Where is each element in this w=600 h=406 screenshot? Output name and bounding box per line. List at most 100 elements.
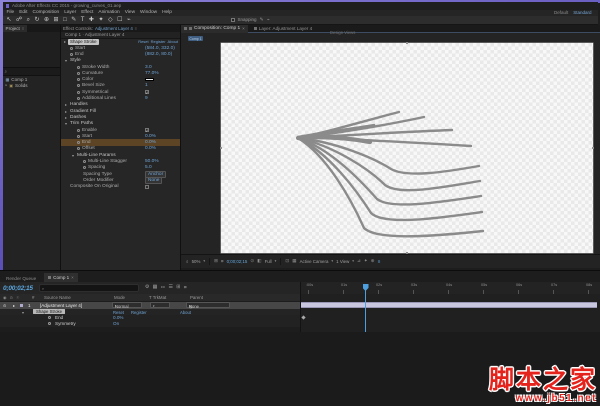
timeline-property-row[interactable]: Symmetry On: [0, 321, 300, 327]
handle-left[interactable]: [220, 147, 222, 149]
tab-effect-controls[interactable]: Effect Controls: Adjustment Layer 4 ≡: [61, 25, 180, 32]
time-ruler[interactable]: :00s01s02s03s04s05s06s07s08s: [300, 282, 600, 294]
handle-top[interactable]: [406, 42, 408, 44]
workspace-default[interactable]: Default: [554, 10, 568, 15]
show-channel-icon[interactable]: ◧: [257, 258, 261, 264]
stopwatch-icon[interactable]: [70, 47, 73, 50]
property-value[interactable]: ✓: [146, 128, 149, 133]
tool-icon[interactable]: ✦: [98, 16, 103, 24]
tool-icon[interactable]: □: [63, 16, 67, 24]
chevron-down-icon[interactable]: ▾: [352, 259, 354, 263]
timeline-divider[interactable]: [300, 282, 301, 332]
resolution-select[interactable]: Full: [265, 259, 272, 264]
stopwatch-icon[interactable]: [77, 91, 80, 94]
property-value[interactable]: (882.0, 80.0): [145, 52, 172, 57]
property-value[interactable]: (584.0, 332.0): [145, 46, 175, 51]
roi-icon[interactable]: ⊡: [285, 258, 289, 264]
tab-project[interactable]: Project ≡: [3, 25, 28, 32]
tool-icon[interactable]: ⌁: [127, 16, 131, 24]
close-icon[interactable]: ×: [242, 26, 245, 31]
grid-guides-icon[interactable]: ⊞: [214, 258, 218, 264]
mask-icon[interactable]: ⌗: [221, 259, 224, 264]
magnify-icon[interactable]: ⌕: [186, 259, 189, 264]
tool-icon[interactable]: ☐: [117, 16, 122, 24]
property-value[interactable]: 0.0%: [145, 134, 156, 139]
stopwatch-icon[interactable]: [77, 129, 80, 132]
comp-navigator-chip[interactable]: Comp 1: [188, 36, 203, 41]
timeline-track-area[interactable]: [300, 294, 600, 332]
menu-item[interactable]: View: [125, 10, 135, 15]
trkmat-select[interactable]: ▾: [150, 302, 170, 308]
property-value[interactable]: ✓: [146, 90, 149, 95]
exposure-icon[interactable]: ⊕: [371, 258, 375, 264]
composition-canvas[interactable]: [221, 43, 593, 253]
value-box[interactable]: [145, 78, 154, 82]
snapping-checkbox[interactable]: [231, 18, 235, 22]
column-hash[interactable]: #: [32, 295, 34, 300]
property-value[interactable]: On: [113, 321, 119, 326]
timeline-toggle-icon[interactable]: ▦: [153, 285, 158, 291]
chevron-down-icon[interactable]: ▾: [203, 259, 205, 263]
view-layout-select[interactable]: 1 View: [336, 259, 349, 264]
tool-icon[interactable]: ⊞: [54, 16, 59, 24]
column-mode[interactable]: Mode: [114, 295, 125, 300]
menu-item[interactable]: Effect: [81, 10, 93, 15]
effect-name-chip[interactable]: Shape Stroke: [68, 39, 99, 45]
menu-item[interactable]: Edit: [19, 10, 27, 15]
project-search[interactable]: ⌕: [3, 68, 61, 76]
layer-row[interactable]: ⊙ ▸ 1 [Adjustment Layer 4] Normal ▾ ▾ ◎ …: [0, 302, 300, 309]
eye-icon[interactable]: ⊙: [3, 303, 6, 308]
tool-icon[interactable]: ✎: [71, 16, 76, 24]
property-value[interactable]: 0.0%: [145, 140, 156, 145]
twirl-icon[interactable]: ▸: [64, 39, 66, 44]
tool-icon[interactable]: ⌕: [27, 16, 30, 24]
transparency-grid-icon[interactable]: ▦: [292, 258, 296, 264]
column-parent[interactable]: Parent: [190, 295, 203, 300]
timeline-toggle-icon[interactable]: ⊞: [176, 285, 180, 291]
stopwatch-icon[interactable]: [77, 78, 80, 81]
menu-item[interactable]: Help: [162, 10, 172, 15]
snapshot-icon[interactable]: ⊙: [250, 258, 254, 264]
timeline-toggle-icon[interactable]: ☰: [168, 285, 172, 291]
parent-select[interactable]: ◎ None ▾: [186, 302, 230, 308]
layer-duration-bar[interactable]: [301, 302, 597, 309]
timeline-toggle-icon[interactable]: ⚏: [161, 285, 165, 291]
property-value[interactable]: 50.0%: [145, 159, 159, 164]
tool-icon[interactable]: ◇: [108, 16, 113, 24]
timeline-toggle-icon[interactable]: ⌗: [184, 285, 187, 291]
camera-select[interactable]: Active Camera: [300, 259, 329, 264]
stopwatch-icon[interactable]: [48, 316, 51, 319]
stopwatch-icon[interactable]: [70, 53, 73, 56]
property-value[interactable]: 9: [145, 96, 148, 101]
stopwatch-icon[interactable]: [83, 160, 86, 163]
current-time-field[interactable]: 0;00;02;15: [3, 285, 33, 292]
layer-color-chip[interactable]: [20, 304, 23, 308]
stopwatch-icon[interactable]: [77, 97, 80, 100]
tool-icon[interactable]: ⊕: [44, 16, 49, 24]
chevron-down-icon[interactable]: ▾: [275, 259, 277, 263]
register-link[interactable]: Register: [151, 39, 166, 44]
wave-icon[interactable]: ⌁: [267, 17, 270, 23]
pixel-aspect-icon[interactable]: ⊿: [357, 258, 361, 264]
tool-icon[interactable]: ↻: [34, 16, 39, 24]
panel-menu-icon[interactable]: ≡: [22, 26, 24, 31]
tab-layer[interactable]: Layer: Adjustment Layer 4: [250, 26, 316, 31]
timeline-search-input[interactable]: ⌕: [39, 284, 139, 292]
menu-item[interactable]: Animation: [98, 10, 119, 15]
stopwatch-icon[interactable]: [77, 66, 80, 69]
column-trkmat[interactable]: T TrkMat: [149, 295, 166, 300]
stopwatch-icon[interactable]: [48, 322, 51, 325]
column-source-name[interactable]: Source Name: [44, 295, 71, 300]
tab-timeline-comp[interactable]: Comp 1 ×: [44, 273, 78, 282]
comp-timecode[interactable]: 0;00;02;15: [227, 259, 248, 264]
effect-property-row[interactable]: Composite On Original: [61, 184, 180, 190]
tool-icon[interactable]: ☍: [16, 16, 22, 24]
close-icon[interactable]: ×: [71, 275, 73, 280]
blend-mode-select[interactable]: Normal ▾: [112, 302, 142, 308]
stopwatch-icon[interactable]: [83, 166, 86, 169]
menu-item[interactable]: File: [7, 10, 15, 15]
project-item-solids[interactable]: ▸ ▣ Solids: [3, 82, 61, 88]
menu-item[interactable]: Composition: [33, 10, 60, 15]
twirl-icon[interactable]: ▸: [6, 83, 8, 87]
about-link[interactable]: About: [168, 39, 178, 44]
